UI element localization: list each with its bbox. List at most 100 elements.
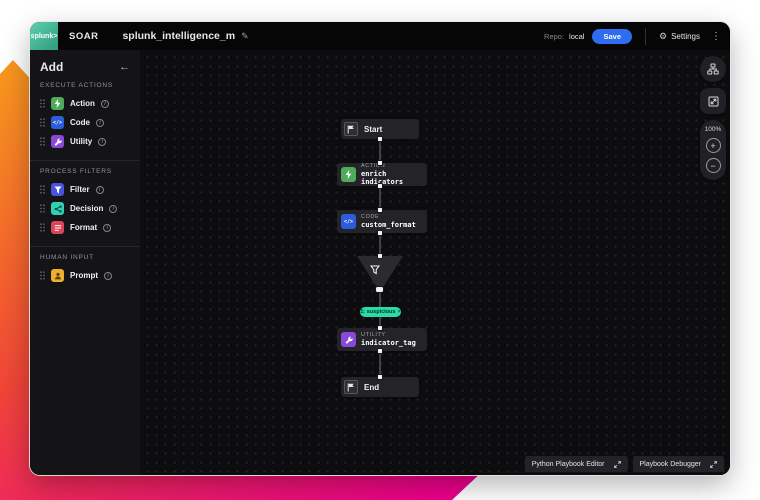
settings-button[interactable]: ⚙ Settings — [659, 31, 700, 42]
connector-port[interactable] — [377, 207, 383, 213]
decision-icon — [51, 202, 64, 215]
gear-icon: ⚙ — [659, 31, 667, 42]
connector-port[interactable] — [377, 374, 383, 380]
playbook-title: splunk_intelligence_m — [122, 30, 235, 42]
connector-port[interactable] — [377, 136, 383, 142]
action-icon — [51, 97, 64, 110]
drag-handle-icon[interactable] — [40, 99, 45, 108]
drag-handle-icon[interactable] — [40, 118, 45, 127]
flag-icon — [344, 122, 358, 136]
action-icon — [341, 167, 356, 182]
node-label: Start — [364, 125, 382, 134]
palette-item-prompt[interactable]: Prompt i — [40, 266, 130, 285]
funnel-icon — [375, 262, 385, 280]
info-icon[interactable]: i — [96, 186, 104, 194]
node-name: enrich indicators — [361, 170, 427, 186]
section-process-filters: PROCESS FILTERS — [40, 168, 130, 175]
topbar-divider — [645, 28, 646, 45]
drag-handle-icon[interactable] — [40, 185, 45, 194]
product-label: SOAR — [69, 31, 98, 42]
code-icon: </> — [341, 214, 356, 229]
top-bar-right: Repo: local Save ⚙ Settings ⋮ — [544, 28, 730, 45]
utility-icon — [51, 135, 64, 148]
node-name: indicator_tag — [361, 339, 416, 347]
edit-title-icon[interactable]: ✎ — [241, 31, 249, 42]
format-icon — [51, 221, 64, 234]
palette-item-filter[interactable]: Filter i — [40, 180, 130, 199]
info-icon[interactable]: i — [104, 272, 112, 280]
zoom-level: 100% — [705, 126, 722, 133]
python-playbook-editor-button[interactable]: Python Playbook Editor — [525, 456, 628, 472]
palette-item-label: Prompt — [70, 271, 98, 280]
flag-icon — [344, 380, 358, 394]
playbook-debugger-button[interactable]: Playbook Debugger — [633, 456, 725, 472]
prompt-icon — [51, 269, 64, 282]
info-icon[interactable]: i — [96, 119, 104, 127]
close-icon: × — [397, 309, 400, 315]
node-end[interactable]: End — [341, 377, 419, 397]
palette-item-label: Action — [70, 99, 95, 108]
splunk-logo-text: splunk> — [31, 33, 58, 40]
stage: splunk> SOAR splunk_intelligence_m ✎ Rep… — [0, 0, 760, 500]
code-icon: </> — [51, 116, 64, 129]
drag-handle-icon[interactable] — [40, 271, 45, 280]
zoom-in-button[interactable]: + — [706, 138, 721, 153]
info-icon[interactable]: i — [103, 224, 111, 232]
zoom-out-button[interactable]: − — [706, 158, 721, 173]
drag-handle-icon[interactable] — [40, 137, 45, 146]
playbook-canvas[interactable]: Start ACTION enrich indicators — [140, 50, 730, 475]
add-panel: Add ← EXECUTE ACTIONS Action i </> — [30, 50, 140, 475]
palette-item-label: Utility — [70, 137, 92, 146]
filter-condition-pill[interactable]: 1: suspicious × — [360, 307, 401, 317]
connector-port[interactable] — [377, 230, 383, 236]
palette-item-format[interactable]: Format i — [40, 218, 130, 237]
palette-item-label: Format — [70, 223, 97, 232]
palette-item-utility[interactable]: Utility i — [40, 132, 130, 151]
drag-handle-icon[interactable] — [40, 223, 45, 232]
condition-label: 1: suspicious — [360, 309, 395, 315]
section-human-input: HUMAN INPUT — [40, 254, 130, 261]
kebab-menu-icon[interactable]: ⋮ — [711, 31, 721, 42]
auto-layout-button[interactable] — [700, 56, 726, 82]
fit-to-screen-icon — [708, 96, 719, 107]
zoom-controls: 100% + − — [700, 120, 726, 180]
settings-label: Settings — [671, 32, 700, 41]
app-window: splunk> SOAR splunk_intelligence_m ✎ Rep… — [30, 22, 730, 475]
drag-handle-icon[interactable] — [40, 204, 45, 213]
connector-port[interactable] — [377, 160, 383, 166]
utility-icon — [341, 332, 356, 347]
palette-item-label: Filter — [70, 185, 90, 194]
palette-item-code[interactable]: </> Code i — [40, 113, 130, 132]
connector-port[interactable] — [377, 325, 383, 331]
save-button[interactable]: Save — [592, 29, 632, 44]
connector-port[interactable] — [377, 348, 383, 354]
palette-item-label: Code — [70, 118, 90, 127]
collapse-panel-icon[interactable]: ← — [119, 61, 130, 73]
filter-icon — [51, 183, 64, 196]
palette-item-decision[interactable]: Decision i — [40, 199, 130, 218]
playbook-title-wrap: splunk_intelligence_m ✎ — [122, 30, 248, 42]
repo-value: local — [569, 32, 584, 41]
section-execute-actions: EXECUTE ACTIONS — [40, 82, 130, 89]
canvas-controls: 100% + − — [700, 56, 726, 180]
fit-to-screen-button[interactable] — [700, 88, 726, 114]
palette-item-action[interactable]: Action i — [40, 94, 130, 113]
info-icon[interactable]: i — [98, 138, 106, 146]
section-divider — [30, 246, 140, 247]
info-icon[interactable]: i — [101, 100, 109, 108]
top-bar: splunk> SOAR splunk_intelligence_m ✎ Rep… — [30, 22, 730, 50]
palette-item-label: Decision — [70, 204, 103, 213]
add-panel-title: Add — [40, 60, 63, 74]
section-divider — [30, 160, 140, 161]
repo-label: Repo: — [544, 32, 564, 41]
sitemap-icon — [707, 63, 719, 75]
footer-tabs: Python Playbook Editor Playbook Debugger — [525, 456, 724, 472]
info-icon[interactable]: i — [109, 205, 117, 213]
splunk-logo[interactable]: splunk> — [30, 22, 58, 50]
expand-icon — [710, 461, 717, 468]
connector-port[interactable] — [377, 253, 383, 259]
node-name: custom_format — [361, 221, 416, 229]
connector-port[interactable] — [375, 286, 384, 293]
node-label: End — [364, 383, 379, 392]
connector-port[interactable] — [377, 183, 383, 189]
